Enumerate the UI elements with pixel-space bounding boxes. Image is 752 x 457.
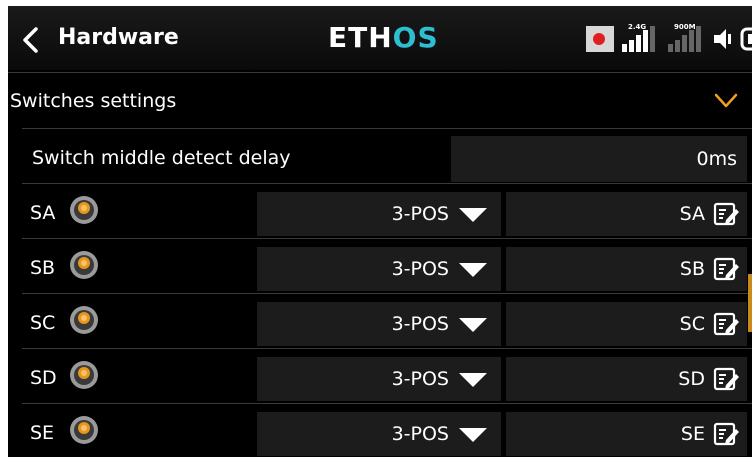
edit-icon[interactable] [713, 311, 739, 337]
scrollbar[interactable] [748, 274, 752, 332]
delay-value: 0ms [696, 148, 738, 170]
switch-row-sb: SB 3-POS SB [8, 241, 752, 293]
chevron-down-icon [714, 93, 738, 108]
switch-name-value: SA [679, 203, 705, 225]
back-chevron-icon [23, 27, 38, 53]
switch-type-dropdown[interactable]: 3-POS [257, 357, 501, 401]
switch-name-field[interactable]: SE [506, 412, 747, 456]
switch-type-dropdown[interactable]: 3-POS [257, 192, 501, 236]
speaker-icon [714, 29, 731, 49]
divider [22, 128, 752, 129]
switch-type-dropdown[interactable]: 3-POS [257, 247, 501, 291]
switch-name-value: SE [680, 423, 705, 445]
switch-knob-icon [70, 196, 98, 224]
switch-type-dropdown[interactable]: 3-POS [257, 302, 501, 346]
switch-type-dropdown[interactable]: 3-POS [257, 412, 501, 456]
dropdown-arrow-icon [459, 208, 487, 222]
switch-label: SA [30, 202, 56, 224]
dropdown-arrow-icon [459, 318, 487, 332]
switch-type-value: 3-POS [391, 368, 449, 390]
switch-knob-icon [70, 251, 98, 279]
switch-middle-detect-delay-row: Switch middle detect delay 0ms [8, 132, 752, 184]
divider [22, 293, 752, 294]
switch-name-value: SC [679, 313, 705, 335]
switch-type-value: 3-POS [391, 258, 449, 280]
switch-name-field[interactable]: SB [506, 247, 747, 291]
divider [22, 238, 752, 239]
switch-row-sa: SA 3-POS SA [8, 186, 752, 238]
delay-label: Switch middle detect delay [32, 147, 291, 169]
divider [8, 72, 752, 73]
edit-icon[interactable] [713, 421, 739, 447]
record-icon [586, 26, 614, 52]
switch-row-sd: SD 3-POS SD [8, 351, 752, 403]
status-icons: 2.4G 900M [586, 23, 752, 54]
logo-accent-text: OS [392, 21, 439, 54]
delay-value-field[interactable]: 0ms [451, 136, 747, 182]
dropdown-arrow-icon [459, 373, 487, 387]
ethos-logo: ETHOS [328, 22, 439, 54]
edit-icon[interactable] [713, 201, 739, 227]
switch-knob-icon [70, 306, 98, 334]
switch-name-value: SD [678, 368, 705, 390]
switch-row-sc: SC 3-POS SC [8, 296, 752, 348]
page-title: Hardware [58, 25, 179, 50]
switch-label: SE [30, 422, 55, 444]
logo-main-text: ETH [328, 21, 393, 54]
section-label: Switches settings [10, 90, 177, 112]
screen: Hardware ETHOS 2.4G 900M Switches settin… [8, 6, 752, 457]
switch-name-field[interactable]: SD [506, 357, 747, 401]
back-button[interactable] [16, 24, 48, 56]
switch-knob-icon [70, 361, 98, 389]
signal-900m-icon: 900M [666, 23, 706, 52]
switch-label: SD [30, 367, 57, 389]
switch-label: SC [30, 312, 56, 334]
switch-name-value: SB [679, 258, 705, 280]
switch-type-value: 3-POS [391, 313, 449, 335]
switch-knob-icon [70, 416, 98, 444]
switch-name-field[interactable]: SC [506, 302, 747, 346]
signal-2-4g-icon: 2.4G [620, 23, 660, 52]
dropdown-arrow-icon [459, 263, 487, 277]
dropdown-arrow-icon [459, 428, 487, 442]
header-bar: Hardware ETHOS 2.4G 900M [8, 6, 752, 70]
divider [22, 183, 752, 184]
edit-icon[interactable] [713, 366, 739, 392]
divider [22, 348, 752, 349]
switch-row-se: SE 3-POS SE [8, 406, 752, 457]
switch-type-value: 3-POS [391, 203, 449, 225]
switch-type-value: 3-POS [391, 423, 449, 445]
section-switches-settings[interactable]: Switches settings [8, 74, 752, 129]
divider [22, 403, 752, 404]
battery-icon [740, 27, 752, 51]
switch-label: SB [30, 257, 56, 279]
switch-name-field[interactable]: SA [506, 192, 747, 236]
edit-icon[interactable] [713, 256, 739, 282]
